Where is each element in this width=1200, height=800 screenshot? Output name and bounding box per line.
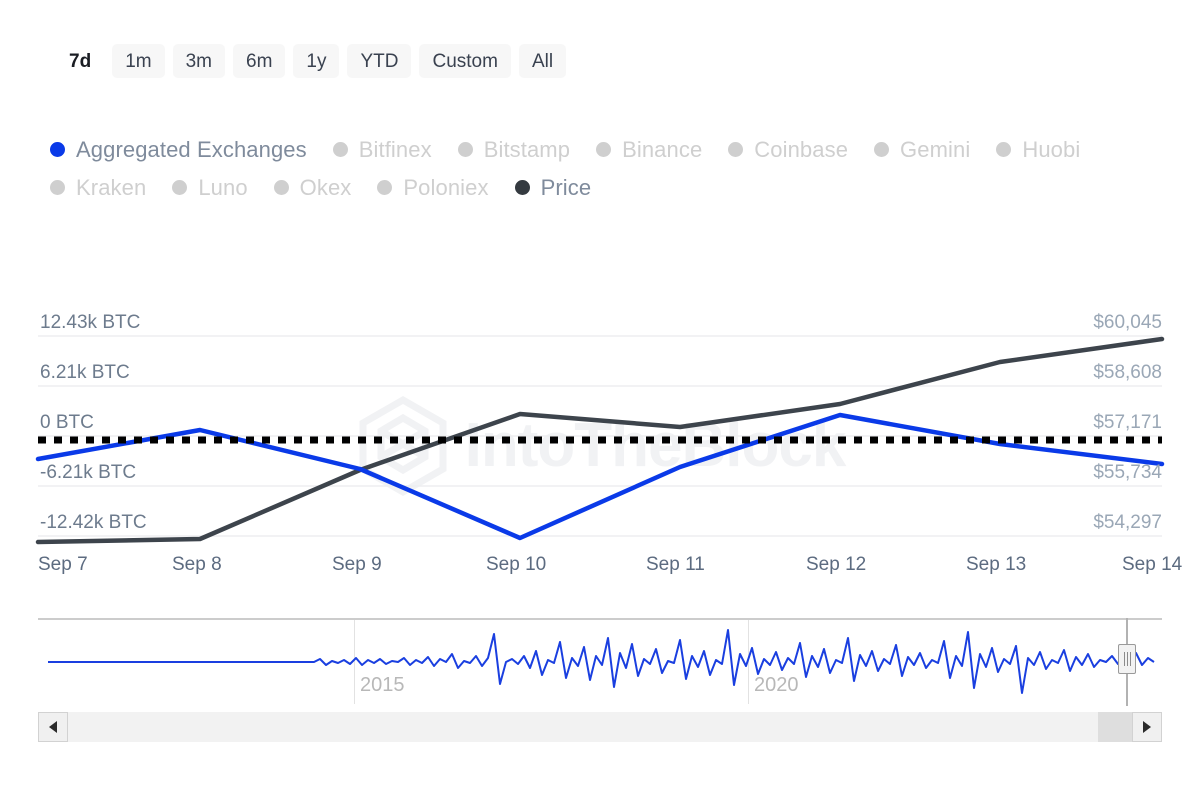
legend-dot-icon xyxy=(874,142,890,157)
range-button-1y[interactable]: 1y xyxy=(293,44,340,78)
legend-label: Bitfinex xyxy=(358,136,432,162)
scrollbar-left-button[interactable] xyxy=(38,712,68,742)
legend-dot-icon xyxy=(514,180,530,195)
legend-item-binance[interactable]: Binance xyxy=(596,132,702,167)
legend-item-price[interactable]: Price xyxy=(514,170,592,205)
x-axis-tick: Sep 9 xyxy=(332,554,382,575)
legend-label: Luno xyxy=(198,174,248,200)
range-button-6m[interactable]: 6m xyxy=(233,44,286,78)
legend-label: Okex xyxy=(299,174,352,200)
range-button-custom[interactable]: Custom xyxy=(419,44,511,78)
legend-dot-icon xyxy=(996,142,1012,157)
chart-page: 7d 1m 3m 6m 1y YTD Custom All Aggregated… xyxy=(0,0,1200,800)
legend-dot-icon xyxy=(457,142,473,157)
legend-item-coinbase[interactable]: Coinbase xyxy=(728,132,848,167)
legend-label: Kraken xyxy=(76,174,147,200)
range-button-all[interactable]: All xyxy=(518,44,567,78)
legend-label: Poloniex xyxy=(403,174,489,200)
legend-item-gemini[interactable]: Gemini xyxy=(874,132,970,167)
x-axis-tick: Sep 12 xyxy=(806,554,867,575)
legend-label: Gemini xyxy=(900,136,971,162)
arrow-left-icon xyxy=(49,721,57,733)
x-axis-tick: Sep 11 xyxy=(646,554,705,575)
legend-dot-icon xyxy=(50,180,65,195)
legend-dot-icon xyxy=(377,180,393,195)
legend-dot-icon xyxy=(332,142,348,157)
chart-navigator[interactable]: 2015 2020 xyxy=(38,618,1162,706)
legend-item-bitstamp[interactable]: Bitstamp xyxy=(457,132,571,167)
legend-dot-icon xyxy=(172,180,188,195)
range-button-3m[interactable]: 3m xyxy=(172,44,225,78)
range-button-7d[interactable]: 7d xyxy=(56,44,105,78)
x-axis-tick: Sep 7 xyxy=(38,554,88,575)
legend-label: Aggregated Exchanges xyxy=(76,136,307,162)
legend-item-huobi[interactable]: Huobi xyxy=(996,132,1080,167)
navigator-year-label: 2015 xyxy=(360,674,405,696)
legend-label: Coinbase xyxy=(754,136,849,162)
scrollbar-thumb[interactable] xyxy=(1098,712,1132,742)
scrollbar-track[interactable] xyxy=(68,712,1132,742)
legend-dot-icon xyxy=(273,180,289,195)
navigator-year-label: 2020 xyxy=(754,674,799,696)
legend-dot-icon xyxy=(50,142,65,157)
legend-label: Bitstamp xyxy=(483,136,571,162)
series-line-aggregated-exchanges xyxy=(35,412,1165,541)
x-axis-tick: Sep 13 xyxy=(966,554,1027,575)
chart-scrollbar[interactable] xyxy=(38,712,1162,742)
legend-item-aggregated-exchanges[interactable]: Aggregated Exchanges xyxy=(50,132,307,167)
legend-item-kraken[interactable]: Kraken xyxy=(50,170,146,205)
legend-dot-icon xyxy=(596,142,612,157)
legend-item-bitfinex[interactable]: Bitfinex xyxy=(332,132,432,167)
legend-item-poloniex[interactable]: Poloniex xyxy=(377,170,489,205)
plot-canvas xyxy=(35,335,1165,545)
main-chart[interactable]: IntoTheBlock 12.43k BTC 6.21k BTC 0 BTC xyxy=(0,296,1200,596)
legend-label: Huobi xyxy=(1022,136,1081,162)
time-range-selector: 7d 1m 3m 6m 1y YTD Custom All xyxy=(56,44,567,78)
x-axis-tick: Sep 10 xyxy=(486,554,547,575)
x-axis-tick: Sep 8 xyxy=(172,554,222,575)
navigator-right-handle[interactable] xyxy=(1118,644,1136,674)
legend-item-luno[interactable]: Luno xyxy=(172,170,248,205)
legend-item-okex[interactable]: Okex xyxy=(273,170,352,205)
arrow-right-icon xyxy=(1143,721,1151,733)
legend-dot-icon xyxy=(728,142,744,157)
chart-legend: Aggregated Exchanges Bitfinex Bitstamp B… xyxy=(50,132,1160,205)
navigator-series xyxy=(48,629,1155,694)
range-button-ytd[interactable]: YTD xyxy=(347,44,412,78)
x-axis-tick: Sep 14 xyxy=(1122,554,1183,575)
legend-label: Price xyxy=(540,174,592,200)
legend-label: Binance xyxy=(622,136,703,162)
range-button-1m[interactable]: 1m xyxy=(112,44,165,78)
scrollbar-right-button[interactable] xyxy=(1132,712,1162,742)
